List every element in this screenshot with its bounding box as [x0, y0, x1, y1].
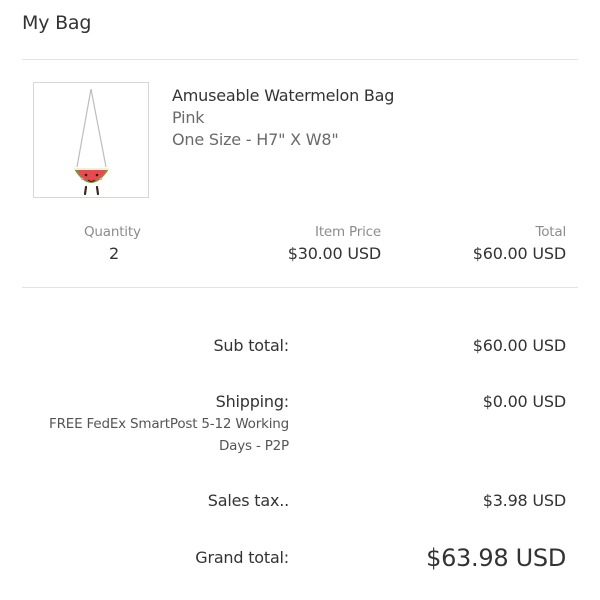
product-size: One Size - H7" X W8" [172, 130, 339, 149]
quantity-label: Quantity [84, 224, 141, 240]
sales-tax-label: Sales tax.. [207, 491, 289, 510]
grand-total-label: Grand total: [195, 548, 289, 567]
page-title: My Bag [22, 12, 92, 34]
subtotal-value: $60.00 USD [472, 336, 566, 355]
product-color: Pink [172, 108, 205, 127]
shipping-method-line1: FREE FedEx SmartPost 5-12 Working [49, 416, 289, 432]
item-price-value: $30.00 USD [287, 244, 381, 263]
shipping-label: Shipping: [215, 392, 290, 411]
shipping-method-line2: Days - P2P [218, 438, 289, 454]
quantity-value[interactable]: 2 [109, 244, 119, 263]
sales-tax-value: $3.98 USD [482, 491, 566, 510]
subtotal-label: Sub total: [213, 336, 289, 355]
item-divider [22, 287, 578, 288]
header-divider [22, 59, 578, 60]
total-label: Total [535, 224, 566, 240]
total-value: $60.00 USD [472, 244, 566, 263]
shipping-value: $0.00 USD [482, 392, 566, 411]
grand-total-value: $63.98 USD [426, 544, 566, 572]
product-image[interactable] [33, 82, 149, 198]
watermelon-bag-image [74, 88, 109, 196]
product-name[interactable]: Amuseable Watermelon Bag [172, 86, 394, 105]
item-price-label: Item Price [315, 224, 381, 240]
